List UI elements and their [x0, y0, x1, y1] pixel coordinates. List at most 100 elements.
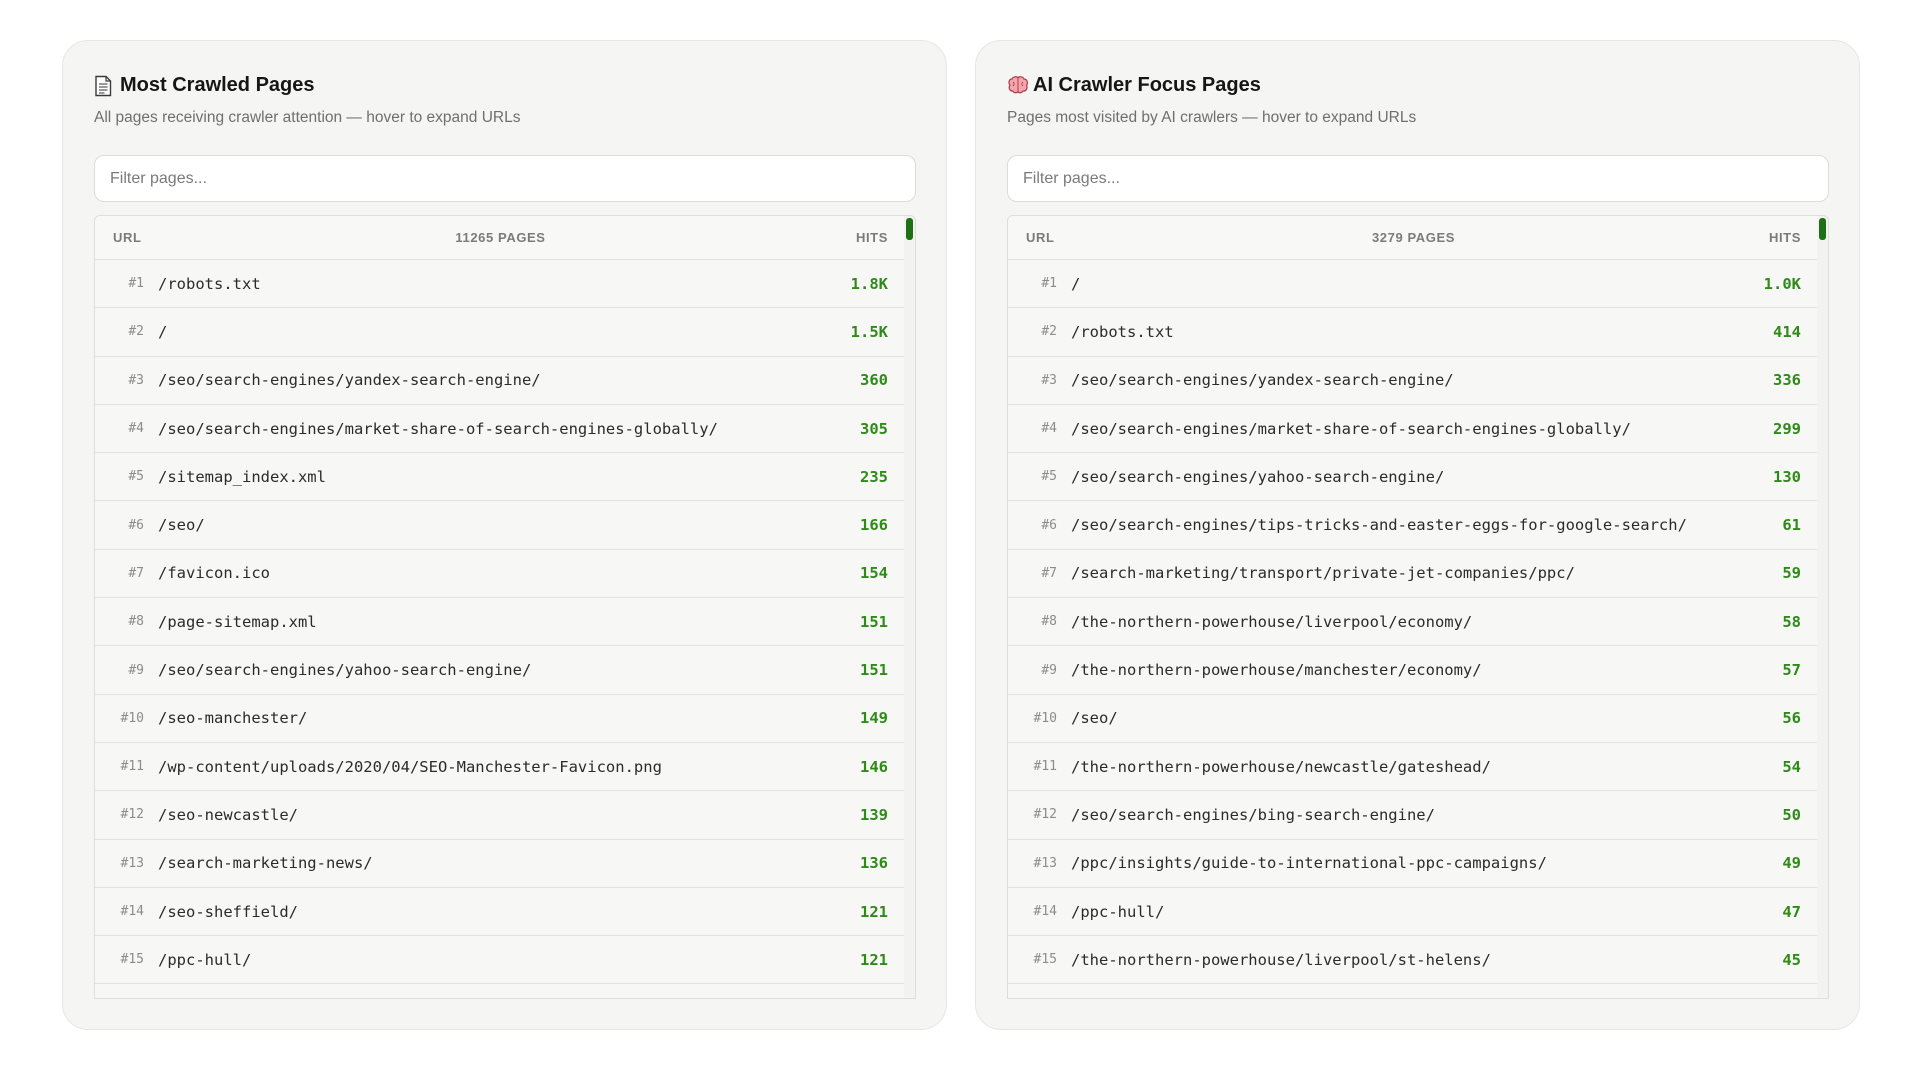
row-hits: 149: [860, 709, 888, 728]
table-row[interactable]: #3/seo/search-engines/yandex-search-engi…: [95, 357, 906, 405]
table-row[interactable]: #8/page-sitemap.xml 151: [95, 598, 906, 647]
row-url: /: [1071, 274, 1081, 293]
row-hits: 1.5K: [850, 322, 888, 341]
row-url: /seo/search-engines/yahoo-search-engine/: [158, 661, 532, 680]
row-hits: 336: [1773, 371, 1801, 390]
row-url: /seo/search-engines/yahoo-search-engine/: [1071, 467, 1445, 486]
filter-pages-input[interactable]: [1007, 155, 1829, 202]
table-scrollbar[interactable]: [1817, 216, 1828, 998]
table-row[interactable]: #12/seo/search-engines/bing-search-engin…: [1008, 791, 1819, 840]
row-hits: 1.8K: [850, 274, 888, 293]
row-hits: 45: [1782, 950, 1801, 969]
row-rank: #12: [120, 807, 144, 823]
scrollbar-thumb[interactable]: [1819, 218, 1826, 240]
row-rank: #11: [120, 759, 144, 775]
table-row[interactable]: #7/search-marketing/transport/private-je…: [1008, 550, 1819, 599]
row-hits: 130: [1773, 467, 1801, 486]
table-row[interactable]: #13/ppc/insights/guide-to-international-…: [1008, 840, 1819, 888]
table-row[interactable]: #14/seo-sheffield/121: [95, 888, 906, 937]
hits-column-header[interactable]: HITS: [1681, 230, 1801, 245]
panel-title: AI Crawler Focus Pages: [1007, 74, 1261, 97]
panel-title: Most Crawled Pages: [94, 74, 315, 97]
table-row[interactable]: #2 / 1.5K: [95, 308, 906, 357]
table-scrollbar[interactable]: [904, 216, 915, 998]
page-count-label: 3279 PAGES: [1371, 230, 1456, 245]
row-hits: 121: [860, 950, 888, 969]
url-column-header[interactable]: URL: [113, 230, 233, 245]
table-row[interactable]: #10/seo-manchester/149: [95, 695, 906, 743]
row-rank: #15: [120, 952, 144, 968]
scrollbar-thumb[interactable]: [906, 218, 913, 240]
table-body: #1 / 1.0K #2/robots.txt 414 #3/seo/search-e…: [1008, 260, 1819, 985]
table-row[interactable]: #14/ppc-hull/47: [1008, 888, 1819, 937]
row-hits: 305: [860, 419, 888, 438]
row-url: /seo-manchester/: [158, 709, 308, 728]
row-url: /sitemap_index.xml: [158, 467, 326, 486]
table-row[interactable]: #1 / 1.0K: [1008, 260, 1819, 309]
hits-column-header[interactable]: HITS: [768, 230, 888, 245]
row-hits: 360: [860, 371, 888, 390]
table-row[interactable]: #8/the-northern-powerhouse/liverpool/eco…: [1008, 598, 1819, 647]
row-url: /seo/search-engines/market-share-of-sear…: [1071, 419, 1631, 438]
row-hits: 50: [1782, 805, 1801, 824]
table-row[interactable]: #5/seo/search-engines/yahoo-search-engin…: [1008, 453, 1819, 502]
row-url: /seo/: [1071, 709, 1118, 728]
table-row[interactable]: #4/seo/search-engines/market-share-of-se…: [95, 405, 906, 454]
row-hits: 56: [1782, 709, 1801, 728]
row-hits: 58: [1782, 612, 1801, 631]
row-hits: 59: [1782, 564, 1801, 583]
row-hits: 235: [860, 467, 888, 486]
table-row[interactable]: #9/the-northern-powerhouse/manchester/ec…: [1008, 646, 1819, 695]
panel-title-text: AI Crawler Focus Pages: [1033, 74, 1261, 96]
row-rank: #7: [1041, 565, 1057, 581]
table-header: URL 11265 PAGES HITS: [95, 216, 906, 260]
row-rank: #2: [1041, 324, 1057, 340]
panel-subtitle: Pages most visited by AI crawlers — hove…: [1007, 109, 1417, 126]
row-url: /seo/: [158, 516, 205, 535]
row-rank: #13: [1033, 855, 1057, 871]
row-url: /seo/search-engines/bing-search-engine/: [1071, 805, 1435, 824]
url-column-header[interactable]: URL: [1026, 230, 1146, 245]
table-row[interactable]: #12/seo-newcastle/139: [95, 791, 906, 840]
table-row[interactable]: #15/the-northern-powerhouse/liverpool/st…: [1008, 936, 1819, 985]
table-row[interactable]: #11/the-northern-powerhouse/newcastle/ga…: [1008, 743, 1819, 792]
table-row[interactable]: #3/seo/search-engines/yandex-search-engi…: [1008, 357, 1819, 405]
table-row[interactable]: #2/robots.txt 414: [1008, 308, 1819, 357]
table-row[interactable]: #6/seo/search-engines/tips-tricks-and-ea…: [1008, 501, 1819, 550]
row-hits: 47: [1782, 902, 1801, 921]
row-rank: #10: [1033, 710, 1057, 726]
row-hits: 154: [860, 564, 888, 583]
table-row[interactable]: #7/favicon.ico 154: [95, 550, 906, 599]
row-rank: #4: [1041, 421, 1057, 437]
row-url: /seo/search-engines/tips-tricks-and-east…: [1071, 516, 1687, 535]
table-row[interactable]: #11/wp-content/uploads/2020/04/SEO-Manch…: [95, 743, 906, 792]
row-url: /: [158, 322, 168, 341]
row-hits: 139: [860, 805, 888, 824]
row-url: /search-marketing-news/: [158, 854, 373, 873]
pages-table-scroll-area[interactable]: URL 11265 PAGES HITS #1/robots.txt 1.8K #…: [95, 216, 906, 998]
row-rank: #8: [1041, 614, 1057, 630]
row-rank: #10: [120, 710, 144, 726]
dashboard-page: Most Crawled Pages All pages receiving c…: [0, 0, 1920, 1080]
row-rank: #6: [1041, 517, 1057, 533]
row-hits: 414: [1773, 322, 1801, 341]
row-rank: #3: [1041, 372, 1057, 388]
row-hits: 57: [1782, 661, 1801, 680]
pages-table-scroll-area[interactable]: URL 3279 PAGES HITS #1 / 1.0K #2/robots.tx…: [1008, 216, 1819, 998]
table-row[interactable]: #15/ppc-hull/121: [95, 936, 906, 985]
row-url: /the-northern-powerhouse/liverpool/st-he…: [1071, 950, 1491, 969]
filter-pages-input[interactable]: [94, 155, 916, 202]
table-row[interactable]: #10/seo/56: [1008, 695, 1819, 743]
row-url: /seo-sheffield/: [158, 902, 298, 921]
table-row[interactable]: #1/robots.txt 1.8K: [95, 260, 906, 309]
page-facing-up-icon: [94, 75, 112, 97]
table-row[interactable]: #5/sitemap_index.xml 235: [95, 453, 906, 502]
row-url: /robots.txt: [1071, 322, 1174, 341]
row-rank: #7: [128, 565, 144, 581]
table-row[interactable]: #4/seo/search-engines/market-share-of-se…: [1008, 405, 1819, 454]
table-row[interactable]: #6/seo/166: [95, 501, 906, 550]
row-hits: 151: [860, 661, 888, 680]
table-row[interactable]: #9/seo/search-engines/yahoo-search-engin…: [95, 646, 906, 695]
table-row[interactable]: #13/search-marketing-news/136: [95, 840, 906, 888]
panel-subtitle: All pages receiving crawler attention — …: [94, 109, 521, 126]
